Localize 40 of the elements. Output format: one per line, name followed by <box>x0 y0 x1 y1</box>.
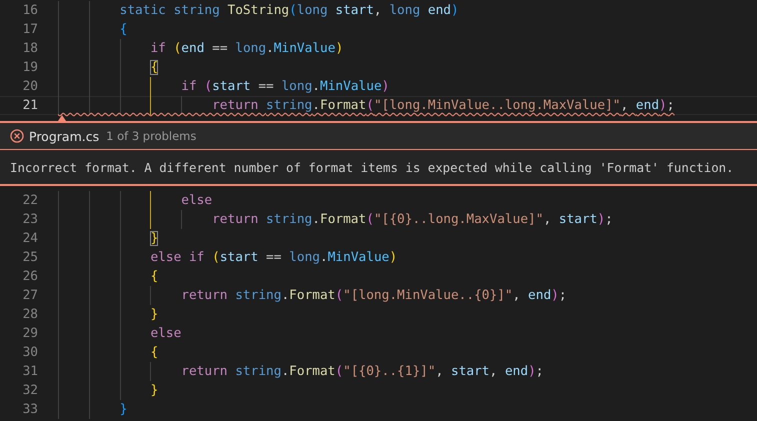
code-line: static string ToString(long start, long end) <box>118 3 459 18</box>
line-number: 26 <box>22 269 38 284</box>
code-line: } <box>118 402 128 417</box>
problem-count: 1 of 3 problems <box>106 129 196 143</box>
code-line: { <box>149 345 158 360</box>
code-line: } <box>149 231 158 246</box>
line-number: 27 <box>22 288 38 303</box>
code-line: return string.Format("[{0}..long.MaxValue]", start); <box>211 212 613 227</box>
line-number: 31 <box>22 364 38 379</box>
line-number: 29 <box>22 326 38 341</box>
code-line: if (start == long.MinValue) <box>180 79 390 94</box>
error-message: Incorrect format. A different number of format items is expected while calling 'Format' function. <box>10 160 734 174</box>
line-number: 28 <box>22 307 38 322</box>
code-line: { <box>149 269 158 284</box>
line-number: 24 <box>22 231 38 246</box>
line-number: 20 <box>22 79 38 94</box>
code-line: { <box>149 60 158 75</box>
line-number: 32 <box>22 383 38 398</box>
code-line: } <box>149 383 158 398</box>
line-number: 33 <box>22 402 38 417</box>
code-line: return string.Format("[{0}..{1}]", start, end); <box>180 364 544 379</box>
code-line: return string.Format("[long.MinValue..long.MaxValue]", end); <box>211 98 674 113</box>
file-name: Program.cs <box>29 128 100 144</box>
line-number: 22 <box>22 193 38 208</box>
code-line: else if (start == long.MinValue) <box>149 250 398 265</box>
code-line: else <box>149 326 182 341</box>
code-line: else <box>180 193 212 208</box>
code-line: } <box>149 307 158 322</box>
code-line: { <box>118 22 128 37</box>
code-line: return string.Format("[long.MinValue..{0}]", end); <box>180 288 567 303</box>
error-icon <box>10 129 24 143</box>
line-number: 19 <box>22 60 38 75</box>
code-line: if (end == long.MinValue) <box>149 41 344 56</box>
line-number: 21 <box>22 98 38 113</box>
line-number: 17 <box>22 22 38 37</box>
line-number: 23 <box>22 212 38 227</box>
line-number: 18 <box>22 41 38 56</box>
line-number: 16 <box>22 3 38 18</box>
line-number: 25 <box>22 250 38 265</box>
line-number: 30 <box>22 345 38 360</box>
